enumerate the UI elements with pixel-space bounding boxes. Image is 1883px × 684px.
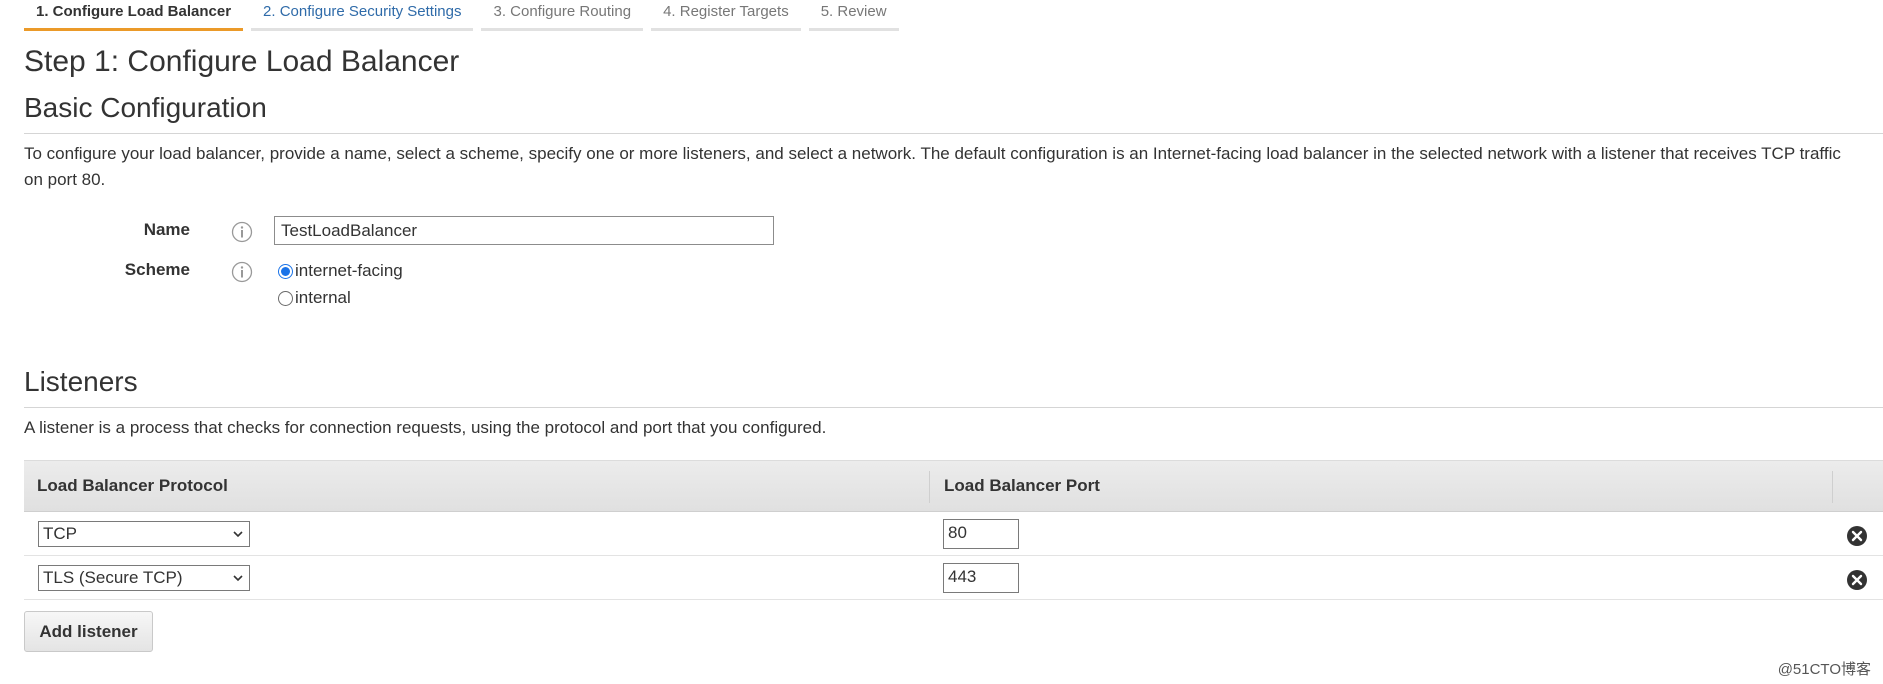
info-icon[interactable] xyxy=(231,261,253,283)
protocol-select-value: TCP xyxy=(43,524,77,543)
basic-configuration-description: To configure your load balancer, provide… xyxy=(24,144,1841,189)
section-divider xyxy=(24,133,1883,134)
column-header-protocol: Load Balancer Protocol xyxy=(37,476,228,495)
column-divider xyxy=(1832,471,1833,503)
step-configure-routing[interactable]: 3. Configure Routing xyxy=(481,0,644,31)
listeners-description: A listener is a process that checks for … xyxy=(24,418,827,437)
column-divider xyxy=(929,471,930,503)
table-header: Load Balancer Protocol Load Balancer Por… xyxy=(24,460,1883,512)
watermark: @51CTO博客 xyxy=(1777,661,1871,678)
protocol-select[interactable]: TLS (Secure TCP) xyxy=(38,565,250,591)
column-header-port: Load Balancer Port xyxy=(944,476,1100,495)
table-row: TCP 80 xyxy=(24,512,1883,556)
page-title: Step 1: Configure Load Balancer xyxy=(24,45,460,78)
name-label: Name xyxy=(143,220,190,239)
protocol-select[interactable]: TCP xyxy=(38,521,250,547)
name-input[interactable] xyxy=(274,216,774,245)
scheme-option-internal[interactable]: internal xyxy=(278,286,351,310)
name-row: Name xyxy=(24,216,824,245)
radio-internet-facing[interactable] xyxy=(278,263,293,279)
protocol-select-value: TLS (Secure TCP) xyxy=(43,568,183,587)
remove-circle-icon[interactable] xyxy=(1846,525,1868,547)
info-icon[interactable] xyxy=(231,221,253,243)
remove-circle-icon[interactable] xyxy=(1846,569,1868,591)
port-input[interactable]: 443 xyxy=(943,563,1019,593)
scheme-row: Scheme internet-facing internal xyxy=(24,258,824,318)
step-configure-load-balancer[interactable]: 1. Configure Load Balancer xyxy=(24,0,244,31)
radio-internal[interactable] xyxy=(278,290,293,306)
listeners-heading: Listeners xyxy=(24,366,138,397)
add-listener-button[interactable]: Add listener xyxy=(24,611,153,652)
chevron-down-icon xyxy=(233,531,243,538)
scheme-label: Scheme xyxy=(124,260,190,279)
port-input[interactable]: 80 xyxy=(943,519,1019,549)
listeners-table: Load Balancer Protocol Load Balancer Por… xyxy=(24,460,1883,600)
step-review[interactable]: 5. Review xyxy=(808,0,899,31)
radio-internet-facing-label: internet-facing xyxy=(295,261,403,280)
table-row: TLS (Secure TCP) 443 xyxy=(24,556,1883,600)
basic-configuration-heading: Basic Configuration xyxy=(24,92,267,123)
step-register-targets[interactable]: 4. Register Targets xyxy=(651,0,801,31)
chevron-down-icon xyxy=(233,575,243,582)
step-configure-security-settings[interactable]: 2. Configure Security Settings xyxy=(251,0,474,31)
radio-internal-label: internal xyxy=(295,288,351,307)
scheme-option-internet-facing[interactable]: internet-facing xyxy=(278,259,403,283)
section-divider xyxy=(24,407,1883,408)
wizard-steps: 1. Configure Load Balancer 2. Configure … xyxy=(24,0,907,32)
